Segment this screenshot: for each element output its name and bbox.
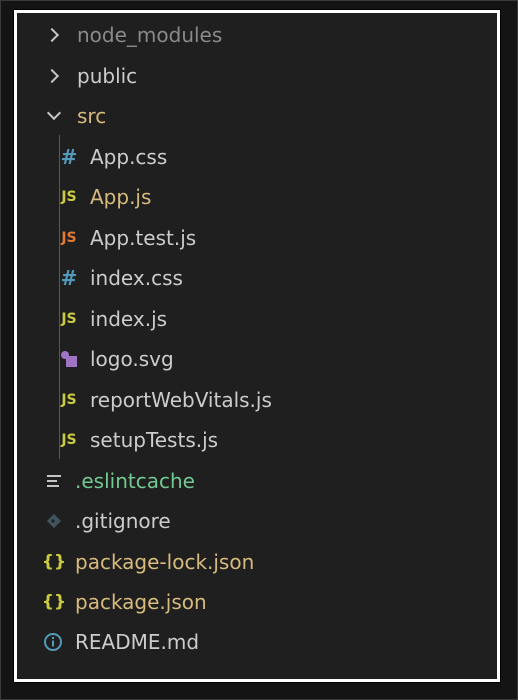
tree-item-label: .eslintcache bbox=[75, 469, 195, 493]
git-diamond-icon bbox=[44, 511, 64, 531]
tree-item-report-web-vitals-js[interactable]: JS reportWebVitals.js bbox=[17, 380, 497, 420]
json-braces-icon: {} bbox=[41, 552, 67, 572]
js-icon: JS bbox=[61, 392, 77, 408]
tree-item-public[interactable]: public bbox=[17, 56, 497, 96]
tree-item-label: src bbox=[77, 104, 107, 128]
tree-item-label: setupTests.js bbox=[90, 428, 219, 452]
chevron-down-icon bbox=[46, 105, 62, 121]
tree-item-package-lock-json[interactable]: {} package-lock.json bbox=[17, 542, 497, 582]
file-explorer-panel: node_modules public src # App.css JS App… bbox=[13, 9, 501, 683]
tree-item-label: package.json bbox=[75, 590, 207, 614]
tree-item-app-css[interactable]: # App.css bbox=[17, 137, 497, 177]
tree-item-package-json[interactable]: {} package.json bbox=[17, 582, 497, 622]
css-hash-icon: # bbox=[60, 145, 78, 169]
tree-item-label: reportWebVitals.js bbox=[90, 388, 272, 412]
info-icon bbox=[43, 632, 63, 652]
tree-item-label: App.css bbox=[90, 145, 168, 169]
svg-shapes-icon bbox=[59, 349, 81, 369]
tree-item-label: README.md bbox=[75, 630, 200, 654]
tree-item-label: .gitignore bbox=[75, 509, 171, 533]
tree-item-label: package-lock.json bbox=[75, 550, 255, 574]
tree-item-node-modules[interactable]: node_modules bbox=[17, 15, 497, 55]
tree-item-label: App.js bbox=[90, 185, 152, 209]
tree-item-logo-svg[interactable]: logo.svg bbox=[17, 339, 497, 379]
js-icon: JS bbox=[61, 432, 77, 448]
tree-item-gitignore[interactable]: .gitignore bbox=[17, 501, 497, 541]
tree-item-index-css[interactable]: # index.css bbox=[17, 258, 497, 298]
js-icon: JS bbox=[61, 311, 77, 327]
tree-item-label: App.test.js bbox=[90, 226, 197, 250]
chevron-right-icon bbox=[44, 27, 60, 43]
tree-item-readme-md[interactable]: README.md bbox=[17, 622, 497, 662]
tree-item-app-test-js[interactable]: JS App.test.js bbox=[17, 218, 497, 258]
json-braces-icon: {} bbox=[41, 592, 67, 612]
js-icon: JS bbox=[61, 189, 77, 205]
tree-item-label: index.css bbox=[90, 266, 183, 290]
tree-item-app-js[interactable]: JS App.js bbox=[17, 177, 497, 217]
tree-item-label: index.js bbox=[90, 307, 168, 331]
tree-item-eslintcache[interactable]: .eslintcache bbox=[17, 461, 497, 501]
tree-item-label: logo.svg bbox=[90, 347, 174, 371]
tree-item-src[interactable]: src bbox=[17, 96, 497, 136]
lines-icon bbox=[45, 472, 63, 490]
js-test-icon: JS bbox=[61, 230, 77, 246]
chevron-right-icon bbox=[44, 68, 60, 84]
tree-item-label: public bbox=[77, 64, 138, 88]
tree-item-setup-tests-js[interactable]: JS setupTests.js bbox=[17, 420, 497, 460]
tree-item-index-js[interactable]: JS index.js bbox=[17, 299, 497, 339]
css-hash-icon: # bbox=[60, 266, 78, 290]
tree-item-label: node_modules bbox=[77, 23, 223, 47]
